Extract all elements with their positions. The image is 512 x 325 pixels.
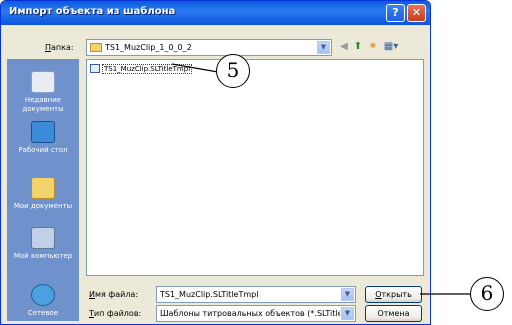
- place-desktop[interactable]: Рабочий стол: [7, 121, 79, 155]
- lookin-value: TS1_MuzClip_1_0_0_2: [90, 43, 192, 52]
- filename-value: TS1_MuzClip.SLTitleTmpl: [160, 290, 259, 299]
- window-title: Импорт объекта из шаблона: [9, 6, 176, 17]
- network-icon: [31, 284, 55, 306]
- file-icon: [90, 64, 100, 73]
- places-bar: Недавние документы Рабочий стол Мои доку…: [7, 59, 79, 321]
- title-bar[interactable]: Импорт объекта из шаблона ? ✕: [1, 1, 430, 25]
- chevron-down-icon[interactable]: ▼: [341, 307, 354, 320]
- place-recent[interactable]: Недавние документы: [7, 71, 79, 114]
- place-network[interactable]: Сетевое: [7, 284, 79, 318]
- open-button[interactable]: Открыть: [365, 286, 422, 303]
- chevron-down-icon[interactable]: ▼: [341, 288, 354, 301]
- my-computer-icon: [31, 227, 55, 249]
- up-folder-icon[interactable]: ⬆: [351, 41, 365, 52]
- filename-combo[interactable]: TS1_MuzClip.SLTitleTmpl ▼: [156, 286, 356, 303]
- folder-icon: [90, 43, 102, 52]
- desktop-icon: [31, 121, 55, 143]
- filetype-value: Шаблоны титровальных объектов (*.SLTitle…: [160, 309, 340, 318]
- file-list[interactable]: TS1_MuzClip.SLTitleTmpl: [86, 59, 424, 276]
- back-icon[interactable]: ◀: [337, 41, 351, 52]
- list-item[interactable]: TS1_MuzClip.SLTitleTmpl: [90, 63, 193, 74]
- chevron-down-icon[interactable]: ▼: [317, 41, 330, 54]
- filename-label: Имя файла:: [89, 290, 139, 299]
- my-documents-icon: [31, 177, 55, 199]
- place-my-computer[interactable]: Мой компьютер: [7, 227, 79, 261]
- cancel-button[interactable]: Отмена: [365, 305, 422, 322]
- callout-5: 5: [216, 54, 250, 88]
- close-button[interactable]: ✕: [407, 4, 426, 22]
- new-folder-icon[interactable]: ✷: [366, 41, 380, 52]
- lookin-combo[interactable]: TS1_MuzClip_1_0_0_2 ▼: [86, 39, 332, 56]
- help-button[interactable]: ?: [386, 4, 405, 22]
- views-menu-icon[interactable]: ▦▾: [381, 41, 401, 52]
- recent-documents-icon: [31, 71, 55, 93]
- filetype-label: Тип файлов:: [89, 309, 142, 318]
- place-my-documents[interactable]: Мои документы: [7, 177, 79, 211]
- lookin-label: Папка:: [45, 43, 74, 52]
- filetype-combo[interactable]: Шаблоны титровальных объектов (*.SLTitle…: [156, 305, 356, 322]
- import-dialog: Импорт объекта из шаблона ? ✕ Папка: TS1…: [0, 0, 431, 325]
- callout-6: 6: [470, 277, 504, 311]
